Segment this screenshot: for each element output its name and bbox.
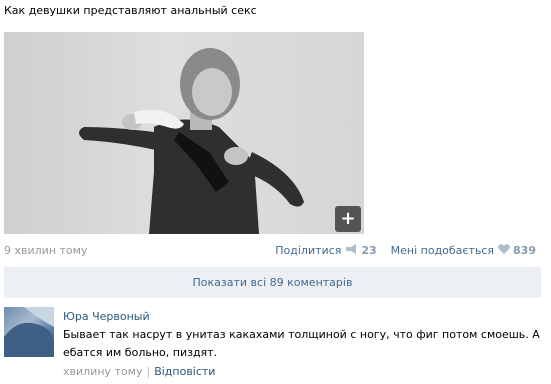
post-meta-row: 9 хвилин тому Поділитися 23 Мені подобає… (4, 244, 536, 258)
post-text: Как девушки представляют анальный секс (4, 4, 257, 17)
comment-time[interactable]: хвилину тому (63, 365, 142, 378)
comment-text: Бывает так насрут в унитаз какахами толщ… (63, 328, 540, 359)
comment-meta: хвилину тому | Відповісти (63, 365, 215, 378)
like-count: 839 (513, 244, 536, 257)
heart-icon (498, 244, 510, 258)
comment-author[interactable]: Юра Червоный (63, 310, 150, 323)
like-label: Мені подобається (390, 244, 495, 257)
share-count: 23 (361, 244, 377, 257)
video-frame (79, 48, 304, 234)
megaphone-icon (345, 244, 358, 258)
post-actions: Поділитися 23 Мені подобається 839 (275, 244, 536, 258)
post-video[interactable]: + (4, 32, 364, 234)
like-button[interactable]: Мені подобається 839 (391, 244, 536, 258)
plus-icon: + (340, 208, 356, 229)
reply-button[interactable]: Відповісти (154, 365, 215, 378)
share-label: Поділитися (275, 244, 342, 257)
post-time[interactable]: 9 хвилин тому (4, 244, 87, 258)
separator: | (146, 365, 151, 378)
expand-button[interactable]: + (335, 206, 361, 232)
share-button[interactable]: Поділитися 23 (275, 244, 377, 258)
show-all-comments-button[interactable]: Показати всі 89 коментарів (4, 267, 541, 298)
avatar[interactable] (4, 307, 54, 357)
